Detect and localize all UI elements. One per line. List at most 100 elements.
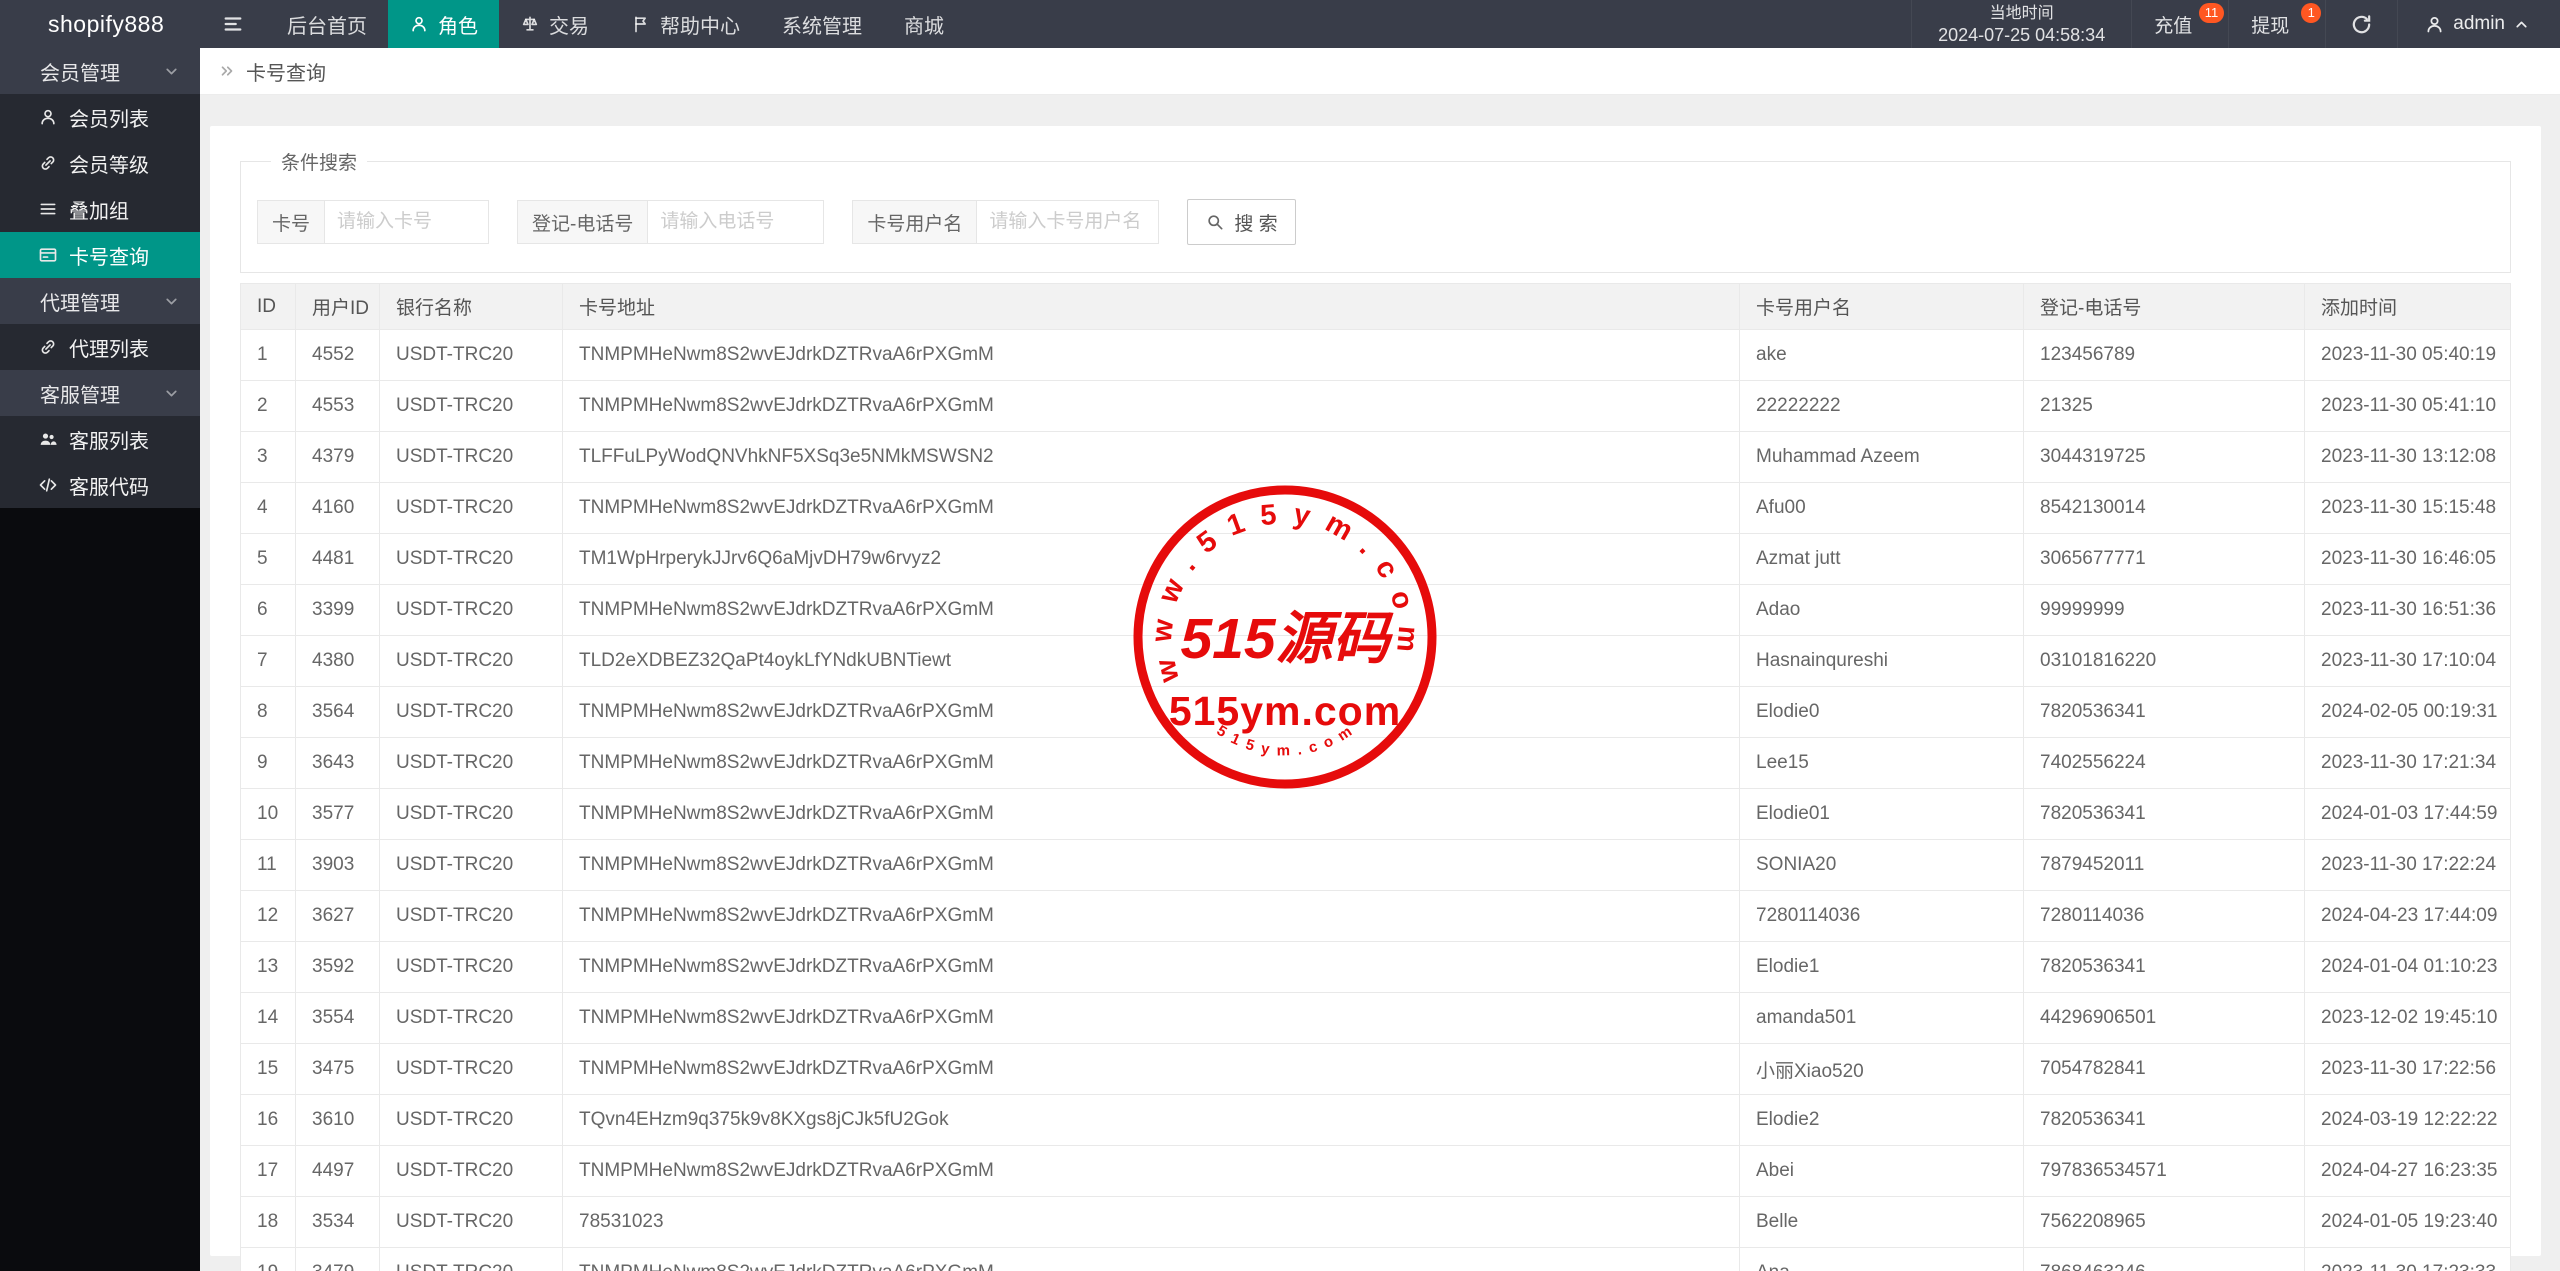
top-nav-item-5[interactable]: 系统管理 — [761, 0, 883, 48]
table-body: 1 4552 USDT-TRC20 TNMPMHeNwm8S2wvEJdrkDZTRv… — [240, 329, 2511, 1271]
user-menu[interactable]: admin — [2397, 0, 2560, 48]
local-time-value: 2024-07-25 04:58:34 — [1938, 24, 2106, 45]
menu-toggle-button[interactable] — [200, 0, 266, 48]
recharge-button[interactable]: 充值 11 — [2131, 0, 2228, 48]
table-cell: 3534 — [295, 1196, 380, 1248]
table-cell: Elodie0 — [1739, 686, 2024, 738]
search-row: 卡号 登记-电话号 卡号用户名 搜 索 — [257, 199, 2490, 245]
card-query-panel: 条件搜索 卡号登记-电话号卡号用户名搜 索 ID用户ID银行名称卡号地址卡号用户… — [210, 126, 2541, 1271]
table-cell: 797836534571 — [2023, 1145, 2305, 1197]
top-nav-label: 商城 — [904, 15, 944, 38]
user-icon — [2424, 14, 2445, 35]
card-table: ID 用户ID 银行名称 卡号地址 卡号用户名 登记-电话号 添加时间 1 4552 USDT-… — [240, 283, 2511, 1271]
table-row-9: 9 3643 USDT-TRC20 TNMPMHeNwm8S2wvEJdrkDZTRv… — [240, 737, 2511, 789]
table-row-19: 193479USDT-TRC20TNMPMHeNwm8S2wvEJdrkDZTR… — [240, 1247, 2511, 1271]
sidebar-item-7[interactable]: 代理列表 — [0, 324, 200, 370]
table-cell: 2023-11-30 05:41:10 — [2304, 380, 2511, 432]
table-cell: 4 — [240, 482, 296, 534]
breadcrumb-current: 卡号查询 — [246, 62, 326, 85]
top-nav-label: 帮助中心 — [660, 15, 740, 38]
local-time: 当地时间 2024-07-25 04:58:34 — [1911, 0, 2131, 48]
table-cell: 8 — [240, 686, 296, 738]
table-cell: 7562208965 — [2023, 1196, 2305, 1248]
table-row-1: 1 4552 USDT-TRC20 TNMPMHeNwm8S2wvEJdrkDZTRv… — [240, 329, 2511, 381]
table-header-row: ID 用户ID 银行名称 卡号地址 卡号用户名 登记-电话号 添加时间 — [240, 283, 2511, 330]
sidebar-item-label: 会员管理 — [40, 62, 120, 85]
table-cell: 19 — [240, 1247, 296, 1271]
search-input-2[interactable] — [648, 201, 824, 243]
top-nav-item-6[interactable]: 商城 — [883, 0, 965, 48]
top-nav: 后台首页 角色 交易 帮助中心 系统管理 商城 — [266, 0, 965, 48]
search-input-1[interactable] — [325, 201, 489, 243]
sidebar-item-9[interactable]: 客服列表 — [0, 416, 200, 462]
table-cell: 7868463246 — [2023, 1247, 2305, 1271]
table-cell: Belle — [1739, 1196, 2024, 1248]
table-cell: TNMPMHeNwm8S2wvEJdrkDZTRvaA6rPXGmM — [562, 686, 1740, 738]
table-cell: 78531023 — [562, 1196, 1740, 1248]
sidebar-group-8[interactable]: 客服管理 — [0, 370, 200, 416]
top-nav-label: 交易 — [549, 15, 589, 38]
table-cell: Hasnainqureshi — [1739, 635, 2024, 687]
sidebar-group-6[interactable]: 代理管理 — [0, 278, 200, 324]
table-cell: TQvn4EHzm9q375k9v8KXgs8jCJk5fU2Gok — [562, 1094, 1740, 1146]
search-button[interactable]: 搜 索 — [1187, 199, 1296, 245]
table-cell: USDT-TRC20 — [379, 839, 563, 891]
sidebar-item-10[interactable]: 客服代码 — [0, 462, 200, 508]
search-panel: 条件搜索 卡号 登记-电话号 卡号用户名 搜 索 — [240, 148, 2511, 273]
app-logo: shopify888 — [48, 10, 165, 37]
table-row-12: 12 3627 USDT-TRC20 TNMPMHeNwm8S2wvEJdrkDZTR… — [240, 890, 2511, 942]
table-cell: 3643 — [295, 737, 380, 789]
table-cell: 2024-02-05 00:19:31 — [2304, 686, 2511, 738]
table-cell: Abei — [1739, 1145, 2024, 1197]
table-cell: TNMPMHeNwm8S2wvEJdrkDZTRvaA6rPXGmM — [562, 788, 1740, 840]
table-cell: 7820536341 — [2023, 941, 2305, 993]
table-cell: Muhammad Azeem — [1739, 431, 2024, 483]
refresh-button[interactable] — [2325, 0, 2397, 48]
table-cell: 2024-01-04 01:10:23 — [2304, 941, 2511, 993]
table-cell: TNMPMHeNwm8S2wvEJdrkDZTRvaA6rPXGmM — [562, 737, 1740, 789]
sidebar-item-4[interactable]: 叠加组 — [0, 186, 200, 232]
table-header-cell: 银行名称 — [379, 283, 563, 330]
person-icon — [38, 107, 58, 127]
search-field-group-3: 卡号用户名 — [852, 200, 1160, 244]
top-bar-right: 当地时间 2024-07-25 04:58:34 充值 11 提现 1 admi… — [1911, 0, 2560, 48]
top-nav-item-1[interactable]: 后台首页 — [266, 0, 388, 48]
table-cell: 4481 — [295, 533, 380, 585]
search-field-label: 登记-电话号 — [518, 201, 649, 243]
search-button-label: 搜 索 — [1234, 213, 1278, 235]
person-icon — [409, 14, 429, 34]
table-cell: 3 — [240, 431, 296, 483]
table-cell: 8542130014 — [2023, 482, 2305, 534]
link-icon — [38, 153, 58, 173]
table-row-13: 13 3592 USDT-TRC20 TNMPMHeNwm8S2wvEJdrkDZTR… — [240, 941, 2511, 993]
top-nav-label: 后台首页 — [287, 15, 367, 38]
top-nav-item-3[interactable]: 交易 — [499, 0, 610, 48]
sidebar-group-1[interactable]: 会员管理 — [0, 48, 200, 94]
top-nav-item-2[interactable]: 角色 — [388, 0, 499, 48]
table-cell: 4160 — [295, 482, 380, 534]
search-input-3[interactable] — [977, 201, 1159, 243]
table-cell: Elodie1 — [1739, 941, 2024, 993]
table-header-cell: 登记-电话号 — [2023, 283, 2305, 330]
table-cell: TNMPMHeNwm8S2wvEJdrkDZTRvaA6rPXGmM — [562, 941, 1740, 993]
main-area: 卡号查询 条件搜索 卡号登记-电话号卡号用户名搜 索 ID用 — [200, 48, 2560, 1271]
sidebar-item-5[interactable]: 卡号查询 — [0, 232, 200, 278]
table-cell: 小丽Xiao520 — [1739, 1043, 2024, 1095]
table-cell: 13 — [240, 941, 296, 993]
refresh-icon — [2350, 13, 2373, 36]
table-cell: 3479 — [295, 1247, 380, 1271]
table-cell: 6 — [240, 584, 296, 636]
search-field-group-2: 登记-电话号 — [517, 200, 825, 244]
table-cell: Ana — [1739, 1247, 2024, 1271]
table-cell: 22222222 — [1739, 380, 2024, 432]
sidebar-item-3[interactable]: 会员等级 — [0, 140, 200, 186]
sidebar-item-2[interactable]: 会员列表 — [0, 94, 200, 140]
top-nav-item-4[interactable]: 帮助中心 — [610, 0, 761, 48]
withdraw-button[interactable]: 提现 1 — [2228, 0, 2325, 48]
table-cell: 3592 — [295, 941, 380, 993]
table-header-cell: 卡号地址 — [562, 283, 1740, 330]
table-cell: 2023-11-30 16:46:05 — [2304, 533, 2511, 585]
table-cell: 7280114036 — [1739, 890, 2024, 942]
people-icon — [38, 429, 58, 449]
table-cell: USDT-TRC20 — [379, 635, 563, 687]
